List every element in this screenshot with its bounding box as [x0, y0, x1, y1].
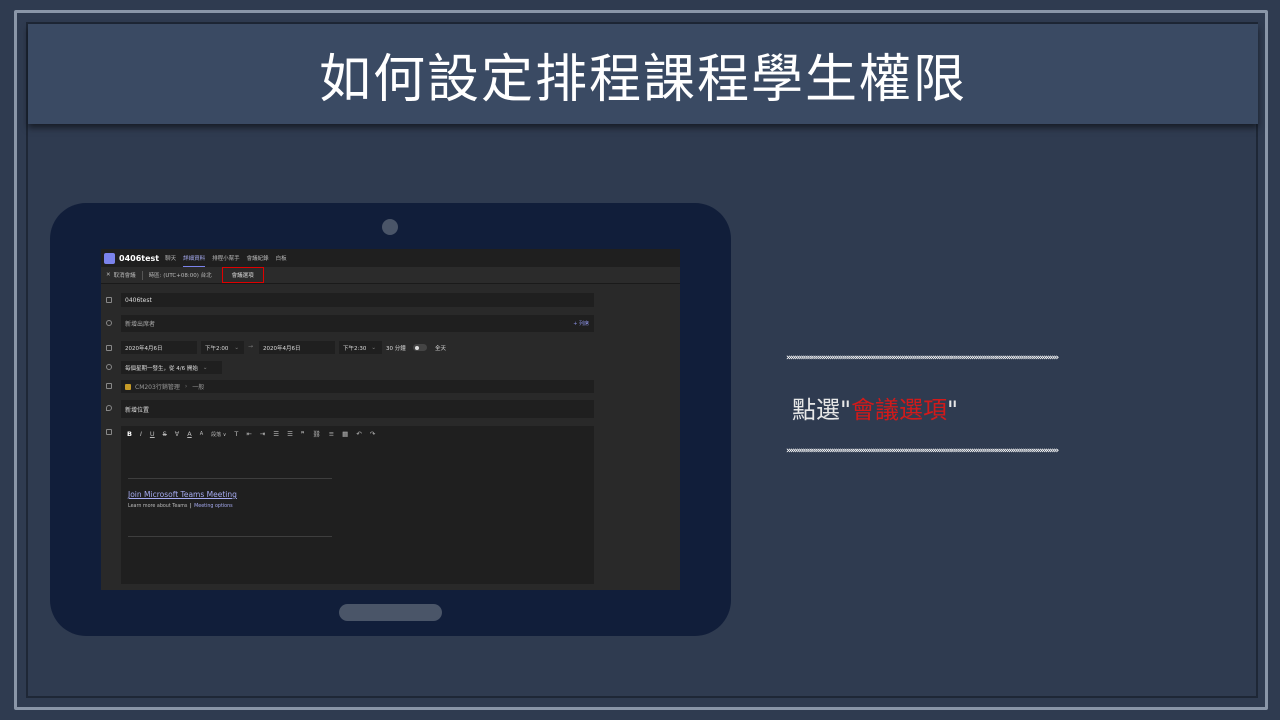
- meeting-title-input[interactable]: 0406test: [121, 293, 594, 307]
- start-date-picker[interactable]: 2020年4月6日: [121, 341, 197, 354]
- instruction-callout: »»»»»»»»»»»»»»»»»»»»»»»»»»»»»»»»»»»»»»»»…: [786, 350, 1200, 464]
- datetime-row: 2020年4月6日 下午2:00 ⌄ → 2020年4月6日 下午2:30 ⌄ …: [101, 341, 680, 355]
- meeting-options-button[interactable]: 會議選項: [221, 267, 264, 283]
- learn-more-line: Learn more about Teams | Meeting options: [128, 504, 233, 509]
- recurrence-row: 每個星期一發生，從 4/6 開始 ⌄: [101, 361, 680, 374]
- divider-line: [128, 536, 332, 537]
- highlight-button[interactable]: ∀: [175, 430, 179, 438]
- clear-format-button[interactable]: T: [234, 430, 238, 438]
- team-avatar-icon: [125, 383, 131, 390]
- duration-label: 30 分鐘: [386, 346, 406, 352]
- paragraph-dropdown[interactable]: 段落 ∨: [211, 431, 226, 438]
- tab-details[interactable]: 詳細資料: [183, 254, 206, 267]
- learn-more-link[interactable]: Learn more about Teams: [128, 504, 187, 509]
- link-separator: |: [189, 504, 192, 509]
- teams-topbar: 0406test 聊天 詳細資料 排程小幫手 會議紀錄 白板: [101, 249, 680, 267]
- optional-attendees-link[interactable]: + 列席: [573, 320, 589, 327]
- arrow-right-icon: →: [248, 343, 254, 350]
- redo-button[interactable]: ↷: [370, 430, 375, 438]
- link-button[interactable]: ⛓: [312, 430, 320, 438]
- chevron-down-icon: ⌄: [202, 364, 208, 371]
- chevron-down-icon: ⌄: [234, 344, 239, 351]
- tab-scheduling-assistant[interactable]: 排程小幫手: [212, 254, 240, 262]
- tab-whiteboard[interactable]: 白板: [276, 254, 287, 262]
- calendar-icon: [106, 345, 112, 351]
- attendees-input[interactable]: 新增出席者 + 列席: [121, 315, 594, 332]
- bullet-list-button[interactable]: ☰: [273, 430, 279, 438]
- chevron-decoration-bottom: »»»»»»»»»»»»»»»»»»»»»»»»»»»»»»»»»»»»»»»»…: [786, 446, 1059, 456]
- bold-button[interactable]: B: [127, 430, 132, 438]
- chevron-decoration-top: »»»»»»»»»»»»»»»»»»»»»»»»»»»»»»»»»»»»»»»»…: [786, 353, 1059, 363]
- tab-meeting-notes[interactable]: 會議紀錄: [247, 254, 269, 262]
- end-time-picker[interactable]: 下午2:30 ⌄: [339, 341, 382, 354]
- channel-row: CM203行銷管理 › 一般: [101, 380, 680, 393]
- description-editor[interactable]: B I U S ∀ A A 段落 ∨ T ⇤ ⇥ ☰ ☰ ❞ ⛓ ≡ ▦ ↶ ↷: [121, 426, 594, 584]
- channel-team-name: CM203行銷管理: [135, 384, 180, 391]
- timezone-selector[interactable]: 時區: (UTC+08:00) 台北: [149, 271, 212, 279]
- recurrence-value: 每個星期一發生，從 4/6 開始: [125, 365, 198, 372]
- end-time-value: 下午2:30: [343, 345, 367, 352]
- cancel-meeting-button[interactable]: 取消會議: [114, 271, 136, 279]
- font-size-button[interactable]: A: [200, 431, 203, 437]
- title-bar: 如何設定排程課程學生權限: [28, 24, 1258, 124]
- recurrence-dropdown[interactable]: 每個星期一發生，從 4/6 開始 ⌄: [121, 361, 222, 374]
- location-row: 新增位置: [101, 400, 680, 418]
- start-time-value: 下午2:00: [205, 345, 229, 352]
- toolbar-divider: [141, 270, 143, 280]
- slide-title: 如何設定排程課程學生權限: [318, 49, 967, 110]
- teams-screenshot: 0406test 聊天 詳細資料 排程小幫手 會議紀錄 白板 ✕ 取消會議 時區…: [101, 249, 680, 590]
- location-input[interactable]: 新增位置: [121, 400, 594, 418]
- calendar-app-icon: [104, 252, 115, 264]
- all-day-label: 全天: [435, 346, 447, 352]
- increase-indent-button[interactable]: ⇥: [260, 430, 265, 438]
- instruction-text: 點選"會議選項": [792, 390, 958, 425]
- channel-selector[interactable]: CM203行銷管理 › 一般: [121, 380, 594, 393]
- font-color-button[interactable]: A: [187, 430, 191, 438]
- tab-chat[interactable]: 聊天: [165, 254, 176, 262]
- numbered-list-button[interactable]: ☰: [287, 430, 293, 438]
- attendees-placeholder: 新增出席者: [125, 321, 156, 328]
- add-people-icon: [106, 320, 112, 326]
- tablet-camera: [382, 219, 398, 235]
- description-icon: [106, 429, 112, 435]
- undo-button[interactable]: ↶: [356, 430, 361, 438]
- tablet-device: 0406test 聊天 詳細資料 排程小幫手 會議紀錄 白板 ✕ 取消會議 時區…: [50, 203, 731, 636]
- location-pin-icon: [106, 405, 112, 411]
- attendees-row: 新增出席者 + 列席: [101, 315, 680, 332]
- meeting-name: 0406test: [119, 253, 160, 263]
- strikethrough-button[interactable]: S: [163, 430, 167, 438]
- channel-sub-name: 一般: [192, 384, 205, 391]
- table-button[interactable]: ▦: [342, 430, 348, 438]
- start-time-picker[interactable]: 下午2:00 ⌄: [201, 341, 244, 354]
- chevron-down-icon: ⌄: [371, 344, 376, 351]
- title-row: 0406test: [101, 293, 680, 307]
- instruction-prefix: 點選": [792, 396, 852, 424]
- decrease-indent-button[interactable]: ⇤: [246, 430, 251, 438]
- quote-button[interactable]: ❞: [301, 430, 305, 438]
- divider-line: [128, 478, 332, 479]
- tablet-home-button: [339, 604, 442, 621]
- instruction-suffix: ": [947, 396, 959, 424]
- format-toolbar: B I U S ∀ A A 段落 ∨ T ⇤ ⇥ ☰ ☰ ❞ ⛓ ≡ ▦ ↶ ↷: [121, 426, 594, 442]
- underline-button[interactable]: U: [150, 430, 155, 438]
- repeat-icon: [106, 364, 112, 370]
- teams-toolbar: ✕ 取消會議 時區: (UTC+08:00) 台北 會議選項: [101, 267, 680, 284]
- close-icon[interactable]: ✕: [106, 272, 111, 278]
- join-teams-meeting-link[interactable]: Join Microsoft Teams Meeting: [128, 490, 237, 499]
- all-day-toggle[interactable]: [413, 344, 427, 351]
- horizontal-rule-button[interactable]: ≡: [329, 430, 334, 438]
- channel-icon: [106, 383, 112, 389]
- meeting-options-link[interactable]: Meeting options: [194, 504, 233, 509]
- italic-button[interactable]: I: [140, 430, 142, 438]
- pencil-icon: [106, 297, 112, 303]
- end-date-picker[interactable]: 2020年4月6日: [259, 341, 335, 354]
- chevron-right-icon: ›: [184, 383, 188, 390]
- instruction-highlight: 會議選項: [851, 396, 948, 424]
